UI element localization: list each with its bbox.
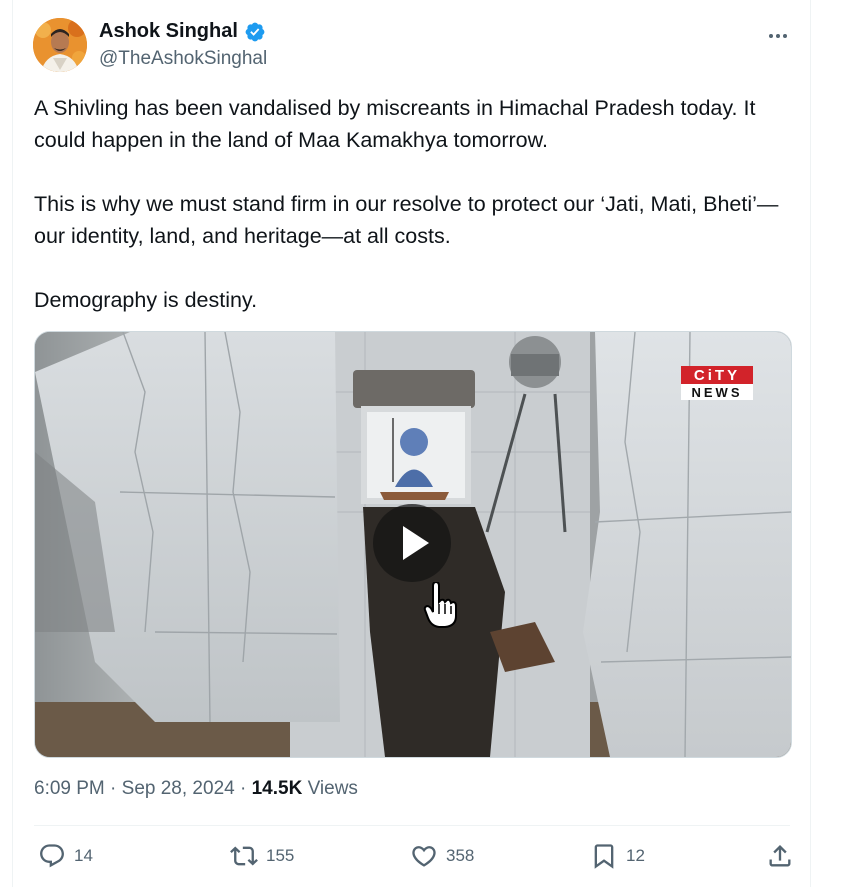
share-button[interactable] <box>766 842 794 870</box>
tweet-time[interactable]: 6:09 PM <box>34 778 105 799</box>
svg-text:CiTY: CiTY <box>694 367 740 384</box>
like-count: 358 <box>446 846 475 865</box>
views-count: 14.5K <box>251 778 303 799</box>
repost-count: 155 <box>266 846 295 865</box>
play-icon[interactable] <box>373 504 451 582</box>
divider <box>34 825 790 826</box>
avatar-image <box>33 18 87 72</box>
video-thumbnail[interactable]: CiTY NEWS <box>34 331 792 758</box>
heart-icon <box>412 846 436 867</box>
reply-icon <box>40 844 64 868</box>
verified-badge-icon <box>245 22 265 41</box>
meta-separator: · <box>110 778 117 799</box>
svg-text:NEWS: NEWS <box>692 385 743 400</box>
share-icon <box>769 845 791 867</box>
meta-separator: · <box>239 778 247 799</box>
hand-cursor-icon <box>423 582 457 628</box>
tweet-meta: 6:09 PM · Sep 28, 2024 · 14.5K Views <box>34 778 358 800</box>
avatar[interactable] <box>33 18 87 72</box>
bookmark-count: 12 <box>626 846 645 865</box>
tweet-date[interactable]: Sep 28, 2024 <box>122 778 235 799</box>
tweet-text: A Shivling has been vandalised by miscre… <box>34 92 794 316</box>
tweet-paragraph: A Shivling has been vandalised by miscre… <box>34 96 756 152</box>
reply-button[interactable]: 14 <box>38 842 93 870</box>
like-button[interactable]: 358 <box>410 842 474 870</box>
more-horizontal-icon[interactable] <box>763 24 793 48</box>
views-label: Views <box>307 778 358 799</box>
tweet-header: Ashok Singhal @TheAshokSinghal <box>33 16 793 76</box>
tweet-paragraph: Demography is destiny. <box>34 288 258 312</box>
city-news-logo-icon: CiTY NEWS <box>681 366 753 400</box>
author-name-row: Ashok Singhal <box>99 20 266 43</box>
watermark-logo: CiTY NEWS <box>681 366 753 407</box>
repost-button[interactable]: 155 <box>230 842 294 870</box>
repost-icon <box>230 846 258 866</box>
author-name[interactable]: Ashok Singhal <box>99 20 238 43</box>
action-bar: 14 155 358 12 <box>34 842 794 876</box>
tweet-card: Ashok Singhal @TheAshokSinghal A Shivlin… <box>12 0 811 887</box>
tweet-paragraph: This is why we must stand firm in our re… <box>34 192 779 248</box>
bookmark-button[interactable]: 12 <box>590 842 645 870</box>
reply-count: 14 <box>74 846 93 865</box>
bookmark-icon <box>594 844 614 869</box>
author-handle[interactable]: @TheAshokSinghal <box>99 48 267 70</box>
